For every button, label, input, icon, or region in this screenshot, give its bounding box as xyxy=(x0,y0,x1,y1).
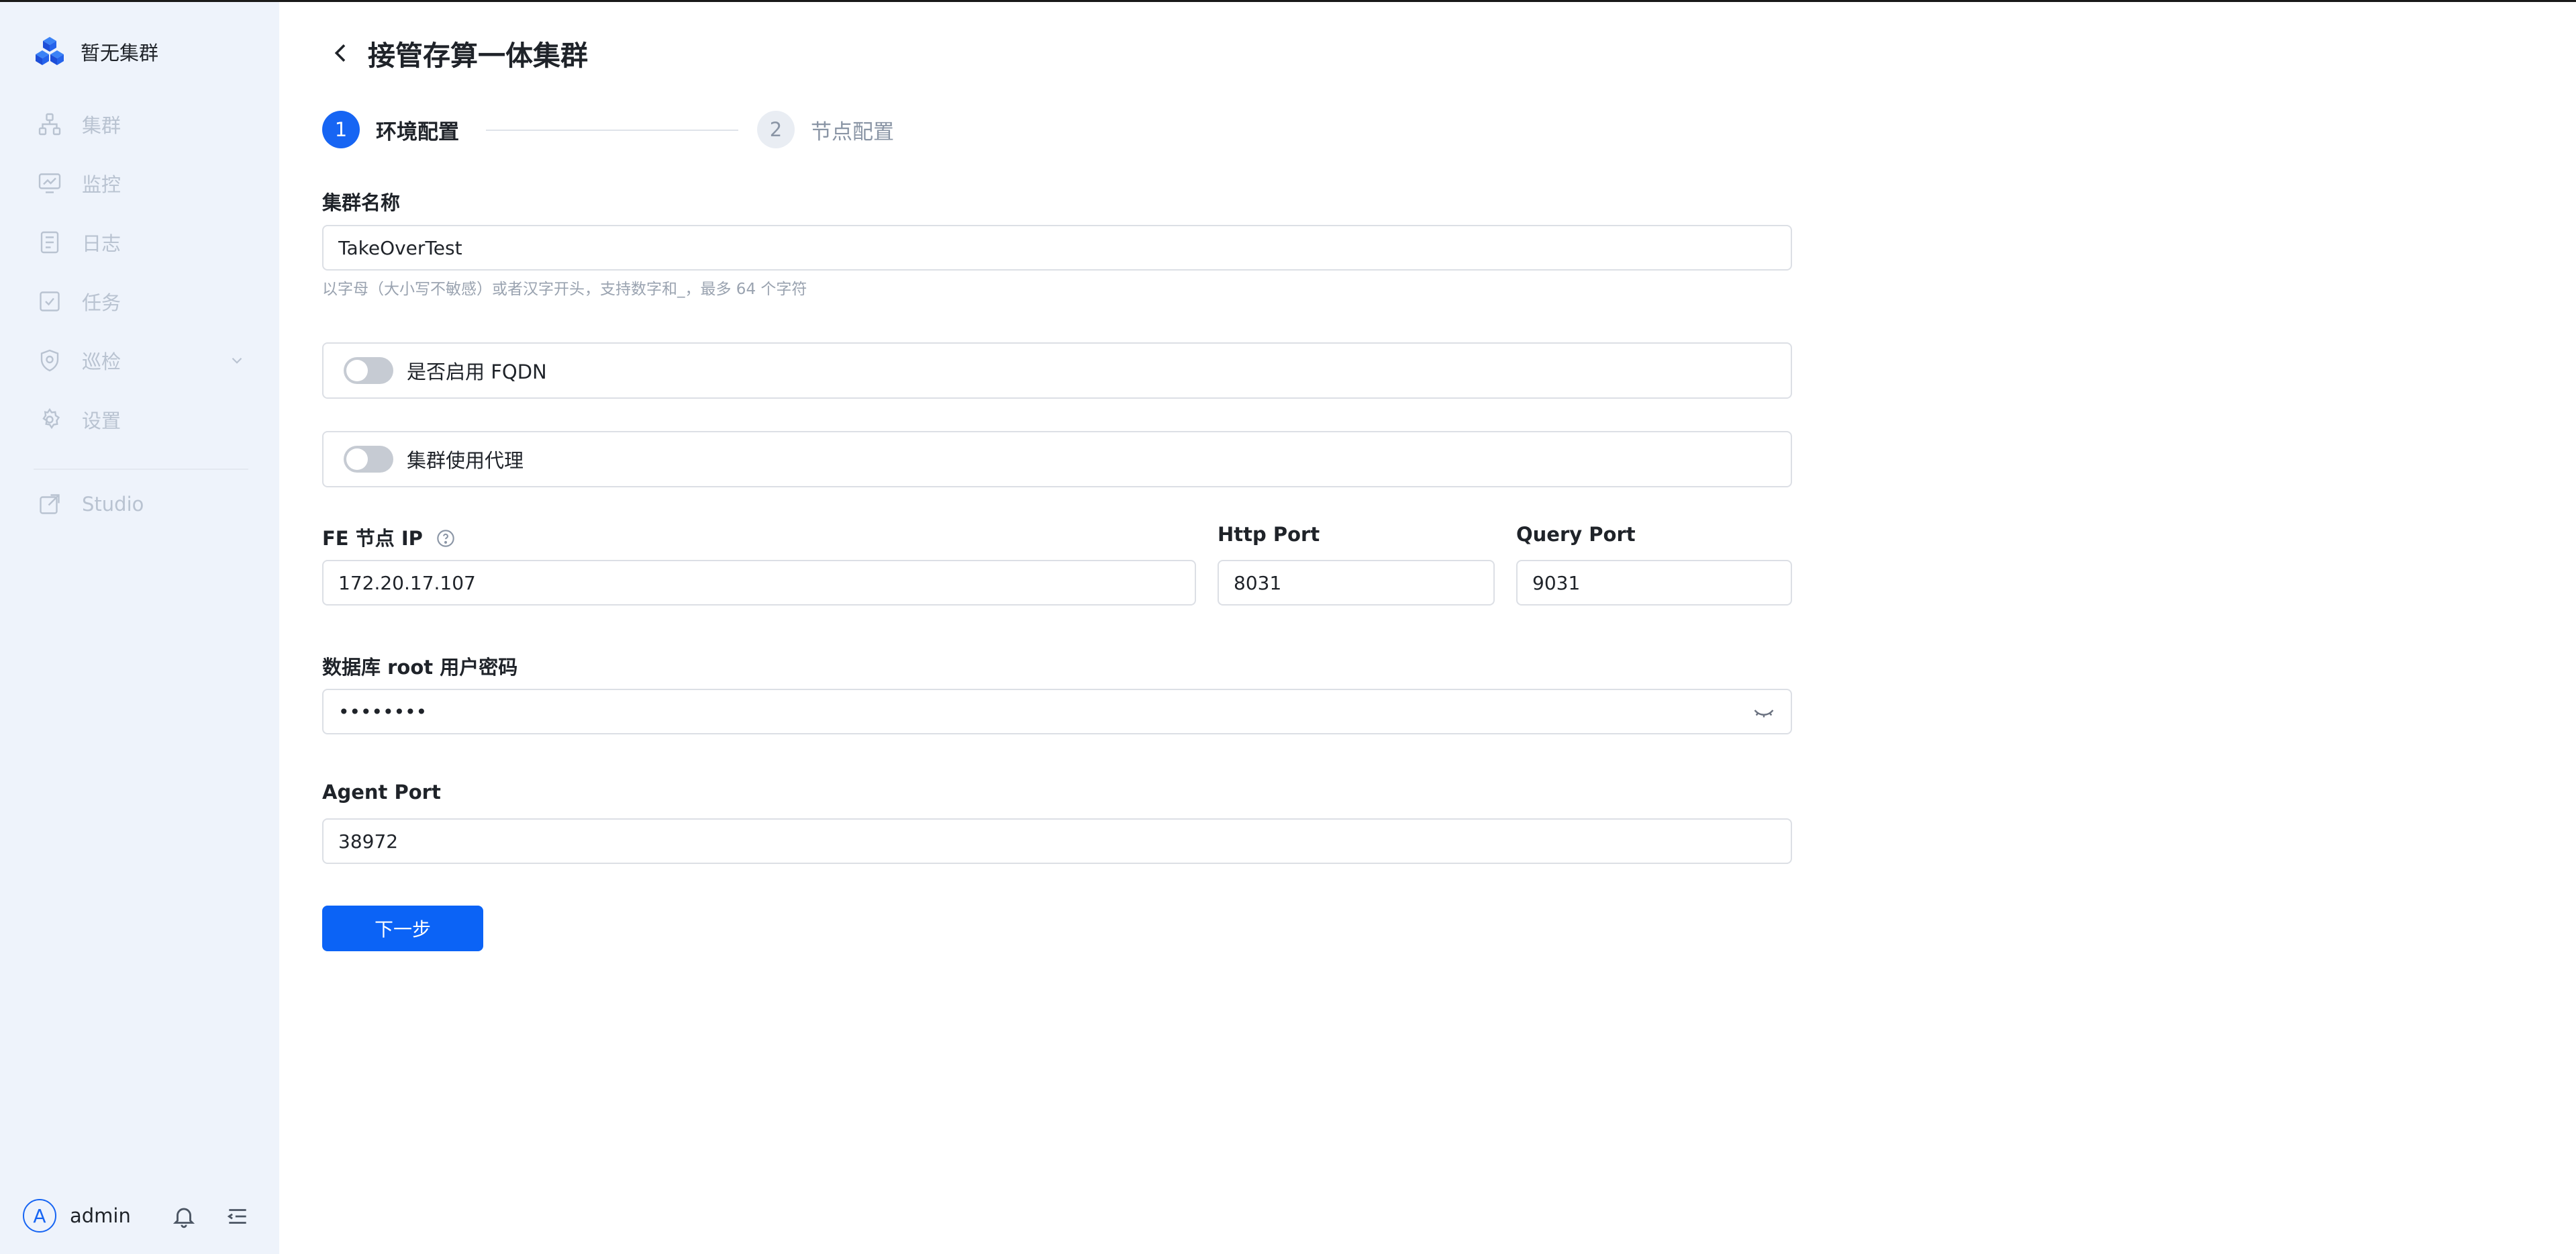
fe-ip-label-text: FE 节点 IP xyxy=(322,527,423,550)
sidebar-item-label: 日志 xyxy=(82,232,121,255)
monitor-icon xyxy=(38,173,61,193)
sidebar-item-label: 监控 xyxy=(82,173,121,196)
task-icon xyxy=(40,291,60,311)
cluster-name-input[interactable] xyxy=(322,225,1792,271)
brand[interactable]: 暂无集群 xyxy=(34,32,158,72)
cubes-logo-icon xyxy=(36,37,64,65)
external-link-icon xyxy=(40,494,60,514)
avatar: A xyxy=(23,1199,56,1233)
http-port-input[interactable] xyxy=(1218,560,1495,606)
http-port-label: Http Port xyxy=(1218,523,1320,546)
step-connector xyxy=(486,130,738,131)
back-arrow-icon[interactable] xyxy=(328,40,354,66)
page-title: 接管存算一体集群 xyxy=(368,40,588,72)
sidebar-item-studio[interactable]: Studio xyxy=(38,484,246,524)
step-number: 2 xyxy=(757,111,795,148)
sidebar-item-monitor[interactable]: 监控 xyxy=(38,163,246,203)
next-step-button[interactable]: 下一步 xyxy=(322,906,483,951)
inspection-icon xyxy=(40,349,59,372)
chevron-down-icon xyxy=(232,357,242,364)
sidebar-item-inspection[interactable]: 巡检 xyxy=(38,340,246,381)
sidebar-item-label: Studio xyxy=(82,493,144,516)
sidebar-divider xyxy=(34,469,248,470)
menu-collapse-icon[interactable] xyxy=(225,1204,250,1229)
sidebar-item-log[interactable]: 日志 xyxy=(38,222,246,262)
user-menu[interactable]: A admin xyxy=(23,1197,131,1235)
query-port-label: Query Port xyxy=(1516,523,1636,546)
cluster-name-label: 集群名称 xyxy=(322,191,401,214)
root-password-input[interactable] xyxy=(322,689,1792,734)
cluster-icon xyxy=(38,113,61,136)
step-number: 1 xyxy=(322,111,360,148)
username: admin xyxy=(70,1204,131,1227)
step-label: 节点配置 xyxy=(811,119,894,144)
bell-icon[interactable] xyxy=(171,1204,197,1229)
brand-name: 暂无集群 xyxy=(81,42,159,64)
fqdn-toggle-row: 是否启用 FQDN xyxy=(322,342,1792,399)
fe-ip-input[interactable] xyxy=(322,560,1196,606)
cluster-name-hint: 以字母（大小写不敏感）或者汉字开头，支持数字和_，最多 64 个字符 xyxy=(322,281,807,298)
eye-closed-icon[interactable] xyxy=(1752,700,1776,724)
agent-port-input[interactable] xyxy=(322,818,1792,864)
sidebar-item-settings[interactable]: 设置 xyxy=(38,399,246,440)
sidebar-item-label: 巡检 xyxy=(82,350,121,373)
proxy-label: 集群使用代理 xyxy=(407,449,524,472)
step-environment-config: 1 环境配置 xyxy=(322,109,459,150)
proxy-toggle-row: 集群使用代理 xyxy=(322,431,1792,487)
sidebar-item-label: 任务 xyxy=(82,291,121,314)
fqdn-switch[interactable] xyxy=(344,357,393,384)
fqdn-label: 是否启用 FQDN xyxy=(407,360,547,383)
query-port-input[interactable] xyxy=(1516,560,1792,606)
main-content: 接管存算一体集群 1 环境配置 2 节点配置 集群名称 以字母（大小写不敏感）或… xyxy=(279,2,2576,1254)
root-password-label: 数据库 root 用户密码 xyxy=(322,656,518,679)
help-circle-icon[interactable] xyxy=(436,529,455,548)
sidebar: 暂无集群 集群 监控 日志 任务 巡检 设置 Studio A admin xyxy=(0,2,279,1254)
sidebar-item-label: 设置 xyxy=(82,409,121,432)
fe-ip-label: FE 节点 IP xyxy=(322,523,455,551)
log-icon xyxy=(40,231,59,254)
step-node-config: 2 节点配置 xyxy=(757,109,894,150)
step-label: 环境配置 xyxy=(376,119,459,144)
sidebar-item-cluster[interactable]: 集群 xyxy=(38,104,246,144)
sidebar-item-task[interactable]: 任务 xyxy=(38,281,246,322)
sidebar-item-label: 集群 xyxy=(82,114,121,137)
agent-port-label: Agent Port xyxy=(322,781,441,804)
proxy-switch[interactable] xyxy=(344,446,393,473)
settings-icon xyxy=(42,407,60,430)
